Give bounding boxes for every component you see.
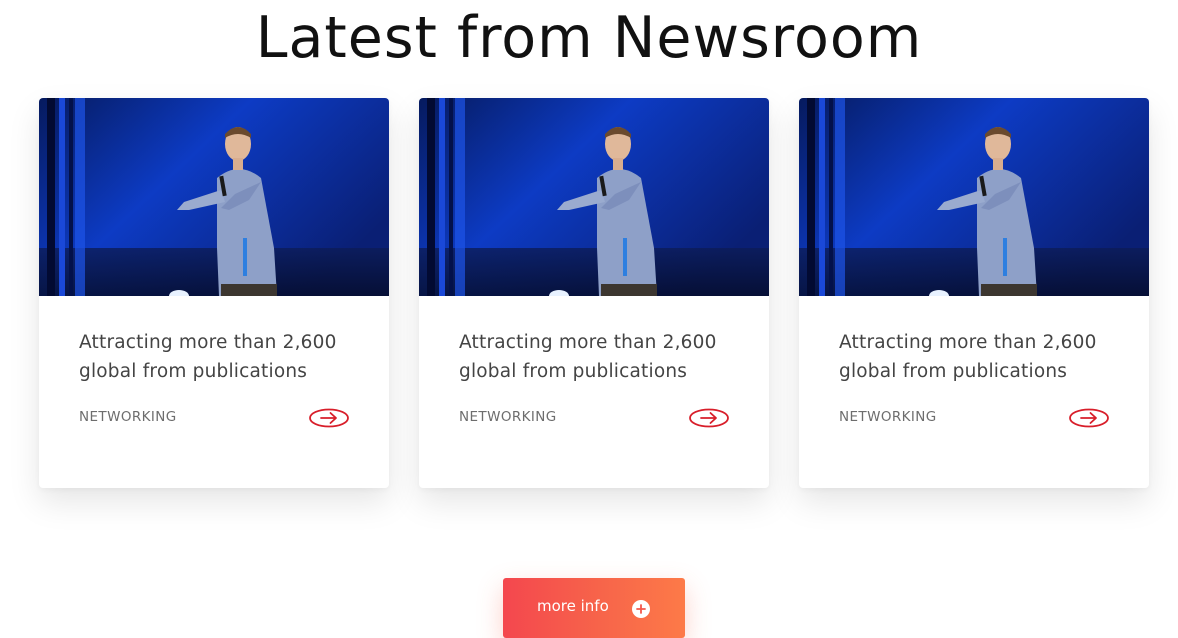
news-title[interactable]: Attracting more than 2,600 global from p…: [839, 328, 1109, 386]
news-image[interactable]: [799, 98, 1149, 296]
news-card[interactable]: Attracting more than 2,600 global from p…: [799, 98, 1149, 488]
news-title[interactable]: Attracting more than 2,600 global from p…: [79, 328, 349, 386]
news-category: NETWORKING: [459, 409, 557, 425]
news-category: NETWORKING: [839, 409, 937, 425]
section-title: Latest from Newsroom: [255, 5, 923, 71]
plus-circle-icon: [632, 600, 650, 618]
arrow-right-circle-icon[interactable]: [1069, 408, 1109, 428]
news-title[interactable]: Attracting more than 2,600 global from p…: [459, 328, 729, 386]
more-info-button[interactable]: more info: [503, 578, 685, 638]
arrow-right-circle-icon[interactable]: [309, 408, 349, 428]
news-card[interactable]: Attracting more than 2,600 global from p…: [39, 98, 389, 488]
news-image[interactable]: [419, 98, 769, 296]
arrow-right-circle-icon[interactable]: [689, 408, 729, 428]
news-category: NETWORKING: [79, 409, 177, 425]
news-card[interactable]: Attracting more than 2,600 global from p…: [419, 98, 769, 488]
news-image[interactable]: [39, 98, 389, 296]
more-info-label: more info: [537, 597, 609, 615]
